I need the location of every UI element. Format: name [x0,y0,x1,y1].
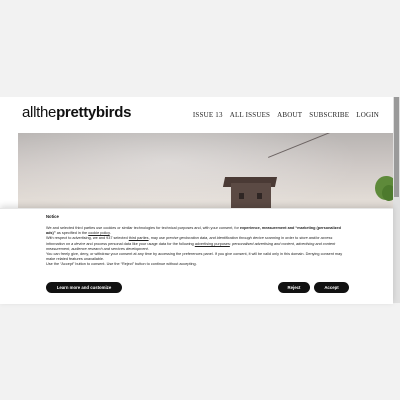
reject-button[interactable]: Reject [278,282,310,293]
site-header: alltheprettybirds ISSUE 13 ALL ISSUES AB… [0,97,393,133]
consent-text: as specified in the [55,231,89,236]
nav-item-issue-13[interactable]: ISSUE 13 [193,111,223,119]
nav-item-subscribe[interactable]: SUBSCRIBE [309,111,349,119]
consent-body: We and selected third parties use cookie… [46,226,350,268]
logo-part-2: prettybirds [56,104,132,121]
third-parties-link[interactable]: third parties [129,236,149,240]
cookie-policy-link[interactable]: cookie policy [88,231,109,235]
consent-title: Notice [46,214,59,219]
scrollbar-thumb[interactable] [394,97,399,197]
nav-item-about[interactable]: ABOUT [277,111,302,119]
consent-text: We and selected third parties use cookie… [46,226,240,230]
consent-paragraph-3: You can freely give, deny, or withdraw y… [46,252,343,262]
consent-text: , may use [148,236,167,241]
consent-text: and process personal data like your usag… [85,241,195,246]
site-logo[interactable]: alltheprettybirds [22,104,131,121]
logo-part-1: allthe [22,104,57,121]
consent-text: . [109,231,111,236]
consent-text: . [147,246,149,251]
main-nav: ISSUE 13 ALL ISSUES ABOUT SUBSCRIBE LOGI… [193,111,379,119]
learn-more-button[interactable]: Learn more and customize [46,282,122,293]
nav-item-login[interactable]: LOGIN [356,111,379,119]
building-window [257,193,262,199]
consent-text: With respect to advertising, we and 937 … [46,236,129,241]
advertising-purposes-link[interactable]: advertising purposes [195,242,230,246]
cookie-consent-banner: Notice We and selected third parties use… [0,208,393,304]
tree [382,185,393,201]
page-scrollbar[interactable] [393,97,400,303]
consent-paragraph-2: With respect to advertising, we and 937 … [46,236,350,252]
building-window [239,193,244,199]
consent-paragraph-4: Use the “Accept” button to consent. Use … [46,262,197,267]
accept-button[interactable]: Accept [314,282,349,293]
nav-item-all-issues[interactable]: ALL ISSUES [230,111,270,119]
consent-text-italic: precise geolocation data, and identifica… [166,236,281,241]
consent-paragraph-1: We and selected third parties use cookie… [46,226,350,236]
consent-text: in order to [280,236,300,241]
